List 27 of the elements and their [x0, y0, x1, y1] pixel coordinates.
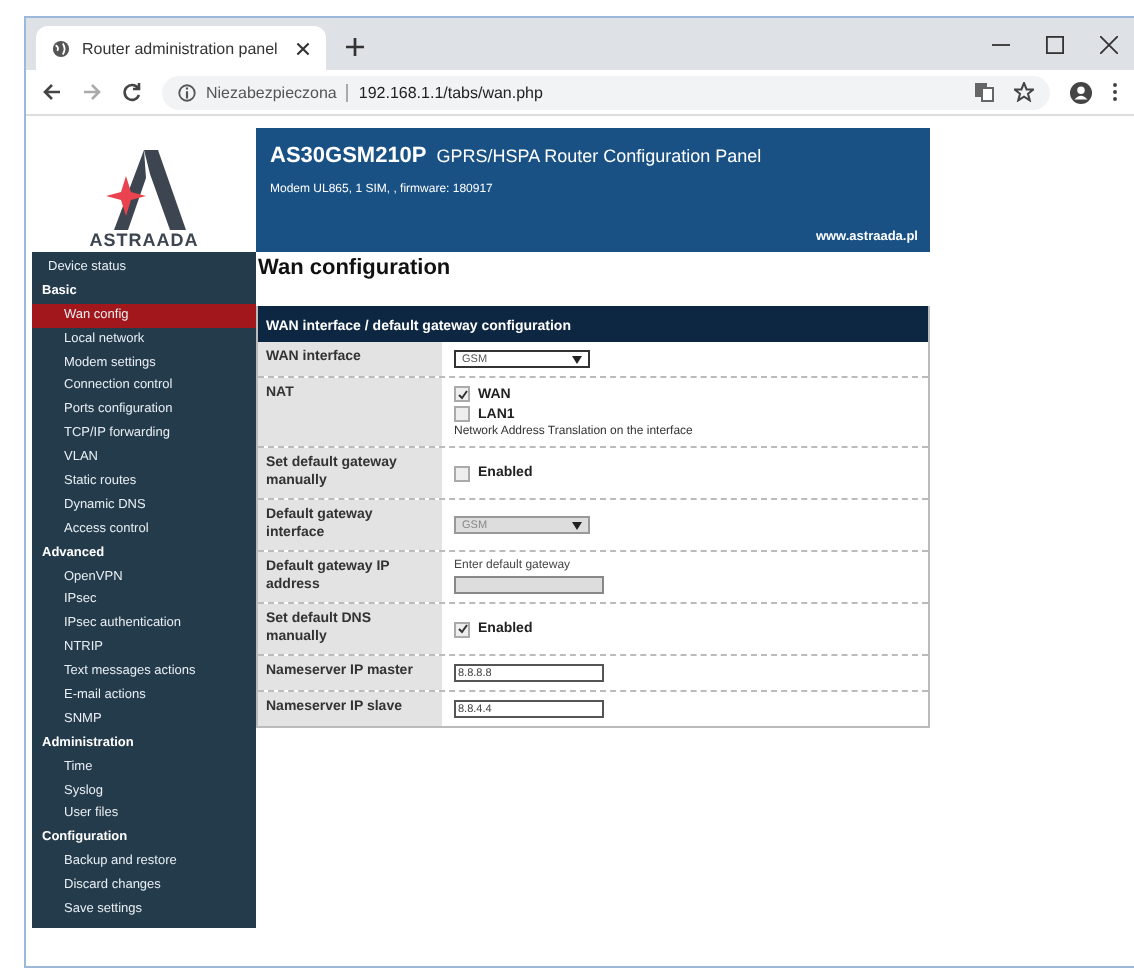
close-icon[interactable] [1100, 35, 1118, 53]
new-tab-icon[interactable] [346, 38, 364, 56]
logo-icon [102, 150, 186, 230]
checkbox[interactable] [454, 386, 470, 402]
checkmark-icon [457, 624, 467, 634]
dropdown-caret-icon [572, 521, 582, 529]
globe-icon [52, 39, 70, 57]
browser-tab[interactable]: Router administration panel [36, 26, 326, 70]
logo-text: ASTRAADA [89, 230, 199, 250]
translate-icon[interactable] [974, 82, 994, 102]
checkbox[interactable] [454, 621, 470, 637]
address-bar[interactable]: Niezabezpieczona 192.168.1.1/tabs/wan.php [162, 75, 1050, 109]
model-name: AS30GSM210P [270, 144, 427, 168]
checkbox[interactable] [454, 406, 470, 422]
profile-icon[interactable] [1070, 81, 1092, 103]
checkbox[interactable] [454, 465, 470, 481]
info-icon[interactable] [178, 83, 196, 101]
checkmark-icon [457, 389, 467, 399]
dropdown-caret-icon [572, 355, 582, 363]
page-title: Wan configuration [258, 256, 453, 280]
header-title: GPRS/HSPA Router Configuration Panel [436, 146, 762, 166]
maximize-icon[interactable] [1046, 35, 1064, 53]
reload-icon[interactable] [122, 82, 142, 102]
close-icon[interactable] [296, 41, 310, 55]
more-menu-icon[interactable] [1112, 82, 1118, 102]
back-arrow-icon[interactable] [42, 82, 62, 102]
star-icon[interactable] [1014, 82, 1034, 102]
